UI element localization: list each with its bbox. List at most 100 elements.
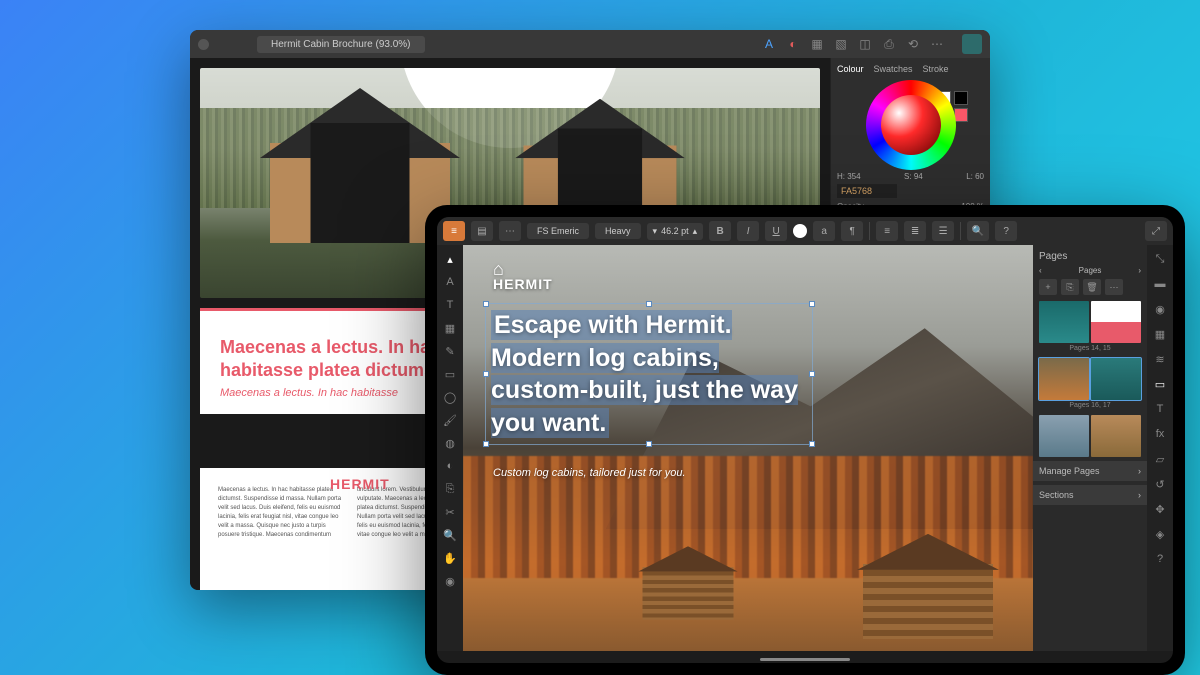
page-thumbnail[interactable] — [1091, 301, 1141, 343]
page-thumbnail[interactable] — [1039, 301, 1089, 343]
pen-tool-icon[interactable]: ✎ — [442, 343, 458, 359]
list-icon[interactable]: ☰ — [932, 221, 954, 241]
tablet-context-toolbar: ≡ ▤ ⋯ FS Emeric Heavy ▾ 46.2 pt ▴ B I U … — [437, 217, 1173, 245]
assets-studio-icon[interactable]: ▱ — [1152, 451, 1168, 467]
add-page-button[interactable]: + — [1039, 279, 1057, 295]
move-tool-icon[interactable]: ▴ — [442, 251, 458, 267]
colour-wheel[interactable] — [866, 80, 956, 170]
layers-studio-icon[interactable]: ▬ — [1152, 276, 1168, 292]
view-tool-icon[interactable]: ✋ — [442, 550, 458, 566]
frame-text-tool-icon[interactable]: T — [442, 297, 458, 313]
spread-background-photo — [463, 245, 1033, 651]
place-image-tool-icon[interactable]: ⎘ — [442, 481, 458, 497]
swatches-studio-icon[interactable]: ▦ — [1152, 326, 1168, 342]
zoom-tool-icon[interactable]: 🔍 — [442, 527, 458, 543]
help-icon[interactable]: ? — [995, 221, 1017, 241]
fill-tool-icon[interactable]: ◍ — [442, 435, 458, 451]
stroke-studio-icon[interactable]: ≋ — [1152, 351, 1168, 367]
hermit-logo: HERMIT — [330, 476, 390, 492]
italic-button[interactable]: I — [737, 221, 759, 241]
shape-tool-icon[interactable]: ◯ — [442, 389, 458, 405]
page-thumbnail[interactable] — [1039, 415, 1089, 457]
underline-button[interactable]: U — [765, 221, 787, 241]
photo-persona-icon[interactable]: ◐ — [786, 37, 800, 51]
tab-stroke[interactable]: Stroke — [923, 64, 949, 74]
tablet-studio-strip: ⤡ ▬ ◉ ▦ ≋ ▭ T fx ▱ ↺ ✥ ◈ ? — [1147, 245, 1173, 651]
toolbar-icon[interactable]: ⟲ — [906, 37, 920, 51]
hsl-s-value: S: 94 — [904, 172, 923, 181]
toolbar-icon[interactable]: ▦ — [810, 37, 824, 51]
more-icon[interactable]: ⋯ — [499, 221, 521, 241]
vector-brush-tool-icon[interactable]: 🖌 — [442, 412, 458, 428]
swatch[interactable] — [954, 91, 968, 105]
chevron-left-icon[interactable]: ‹ — [1039, 266, 1042, 275]
page-options-button[interactable]: ⋯ — [1105, 279, 1123, 295]
hsl-l-value: L: 60 — [966, 172, 984, 181]
chevron-right-icon: › — [1138, 490, 1141, 500]
search-icon[interactable]: 🔍 — [967, 221, 989, 241]
chevron-right-icon[interactable]: › — [1138, 266, 1141, 275]
hermit-logo: HERMIT — [493, 259, 553, 292]
window-control-close-icon[interactable] — [198, 39, 209, 50]
paragraph-icon[interactable]: ¶ — [841, 221, 863, 241]
picture-frame-tool-icon[interactable]: ▭ — [442, 366, 458, 382]
stepper-down-icon[interactable]: ▾ — [653, 226, 658, 237]
transform-studio-icon[interactable]: ✥ — [1152, 501, 1168, 517]
bold-button[interactable]: B — [709, 221, 731, 241]
document-title: Hermit Cabin Brochure (93.0%) — [257, 36, 425, 53]
delete-page-button[interactable]: 🗑 — [1083, 279, 1101, 295]
account-icon[interactable] — [962, 34, 982, 54]
duplicate-page-button[interactable]: ⎘ — [1061, 279, 1079, 295]
font-weight-field[interactable]: Heavy — [595, 223, 641, 239]
tab-swatches[interactable]: Swatches — [874, 64, 913, 74]
text-studio-icon[interactable]: T — [1152, 401, 1168, 417]
document-menu-button[interactable]: ≡ — [443, 221, 465, 241]
colour-picker-tool-icon[interactable]: ◉ — [442, 573, 458, 589]
pages-panel-title: Pages — [1039, 251, 1141, 262]
pages-subheading: Pages — [1079, 266, 1102, 275]
tagline-text[interactable]: Custom log cabins, tailored just for you… — [493, 467, 686, 479]
selected-text-frame[interactable]: Escape with Hermit. Modern log cabins, c… — [489, 307, 809, 441]
toolbar-icon[interactable]: ⋯ — [930, 37, 944, 51]
manage-pages-button[interactable]: Manage Pages› — [1033, 461, 1147, 481]
thumb-label: Pages 14, 15 — [1039, 345, 1141, 352]
text-persona-icon[interactable]: A — [762, 37, 776, 51]
tablet-canvas[interactable]: HERMIT Escape with Hermit. Modern log ca… — [463, 245, 1033, 651]
page-thumbnail-selected[interactable] — [1039, 358, 1089, 400]
crop-tool-icon[interactable]: ✂ — [442, 504, 458, 520]
font-size-field[interactable]: ▾ 46.2 pt ▴ — [647, 223, 704, 240]
expand-studio-icon[interactable]: ⤡ — [1152, 251, 1168, 267]
toolbar-icon[interactable]: ▧ — [834, 37, 848, 51]
help-studio-icon[interactable]: ? — [1152, 551, 1168, 567]
sections-button[interactable]: Sections› — [1033, 485, 1147, 505]
toolbar-icon[interactable]: ◫ — [858, 37, 872, 51]
toolbar-icon[interactable]: ⎙ — [882, 37, 896, 51]
page-thumbnail[interactable] — [1091, 415, 1141, 457]
swatch[interactable] — [954, 108, 968, 122]
transparency-tool-icon[interactable]: ◐ — [442, 458, 458, 474]
character-icon[interactable]: a — [813, 221, 835, 241]
page-thumbnail-selected[interactable] — [1091, 358, 1141, 400]
menu-icon[interactable]: ▤ — [471, 221, 493, 241]
table-tool-icon[interactable]: ▦ — [442, 320, 458, 336]
artistic-text-tool-icon[interactable]: A — [442, 274, 458, 290]
pages-studio-icon[interactable]: ▭ — [1152, 376, 1168, 392]
tablet-tools-panel: ▴ A T ▦ ✎ ▭ ◯ 🖌 ◍ ◐ ⎘ ✂ 🔍 ✋ ◉ — [437, 245, 463, 651]
align-left-icon[interactable]: ≡ — [876, 221, 898, 241]
history-studio-icon[interactable]: ↺ — [1152, 476, 1168, 492]
colour-studio-icon[interactable]: ◉ — [1152, 301, 1168, 317]
text-colour-swatch[interactable] — [793, 224, 807, 238]
navigator-studio-icon[interactable]: ◈ — [1152, 526, 1168, 542]
colour-panel-tabs: Colour Swatches Stroke — [837, 64, 984, 74]
hex-input[interactable] — [837, 184, 897, 198]
fullscreen-icon[interactable]: ⤢ — [1145, 221, 1167, 241]
headline-text[interactable]: Escape with Hermit. Modern log cabins, c… — [491, 309, 807, 439]
tablet-device: ≡ ▤ ⋯ FS Emeric Heavy ▾ 46.2 pt ▴ B I U … — [425, 205, 1185, 675]
home-indicator — [760, 658, 850, 661]
thumb-label: Pages 16, 17 — [1039, 402, 1141, 409]
tab-colour[interactable]: Colour — [837, 64, 864, 74]
fx-studio-icon[interactable]: fx — [1152, 426, 1168, 442]
align-center-icon[interactable]: ≣ — [904, 221, 926, 241]
font-family-field[interactable]: FS Emeric — [527, 223, 589, 239]
stepper-up-icon[interactable]: ▴ — [693, 226, 698, 237]
